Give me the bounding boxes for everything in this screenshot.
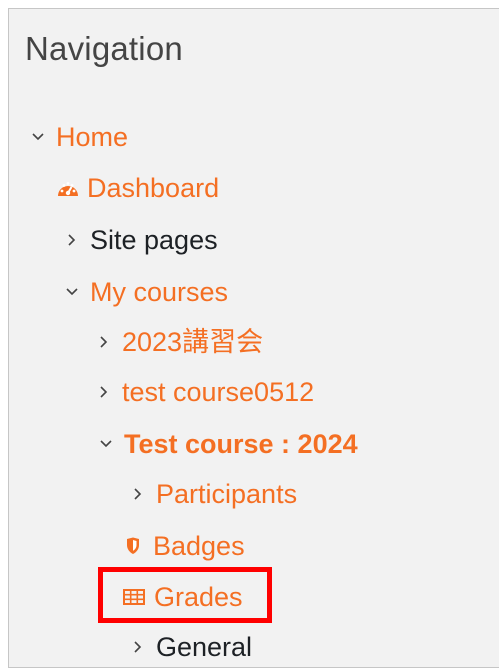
nav-item-general[interactable]: General	[130, 627, 252, 667]
nav-item-site-pages[interactable]: Site pages	[64, 220, 218, 260]
nav-item-label: Badges	[153, 531, 245, 561]
nav-item-test-course-2024[interactable]: Test course : 2024	[98, 424, 358, 464]
nav-item-course-2023[interactable]: 2023講習会	[96, 322, 263, 362]
nav-item-label: Dashboard	[87, 173, 220, 203]
nav-item-home[interactable]: Home	[30, 117, 128, 157]
nav-item-label: Test course : 2024	[124, 429, 358, 459]
chevron-right-icon	[96, 372, 112, 412]
nav-item-badges[interactable]: Badges	[124, 526, 245, 566]
chevron-right-icon	[64, 220, 80, 260]
dashboard-gauge-icon	[56, 168, 80, 208]
nav-item-label: Grades	[154, 582, 243, 612]
chevron-down-icon	[30, 117, 46, 157]
block-title: Navigation	[25, 30, 183, 67]
shield-icon	[124, 526, 142, 566]
table-icon	[122, 577, 146, 617]
nav-item-test-course0512[interactable]: test course0512	[96, 372, 314, 412]
nav-item-grades[interactable]: Grades	[122, 577, 243, 617]
chevron-right-icon	[130, 627, 146, 667]
nav-item-participants[interactable]: Participants	[130, 474, 297, 514]
nav-item-label: Site pages	[90, 225, 218, 255]
nav-item-label: General	[156, 632, 253, 662]
chevron-right-icon	[130, 474, 146, 514]
nav-item-label: test course0512	[122, 377, 315, 407]
chevron-down-icon	[64, 272, 80, 312]
nav-item-my-courses[interactable]: My courses	[64, 272, 228, 312]
nav-item-label: My courses	[90, 277, 229, 307]
nav-item-label: Participants	[156, 479, 298, 509]
chevron-down-icon	[98, 424, 114, 464]
nav-item-dashboard[interactable]: Dashboard	[56, 168, 219, 208]
nav-item-label: Home	[56, 122, 129, 152]
chevron-right-icon	[96, 322, 112, 362]
nav-item-label: 2023講習会	[122, 327, 264, 357]
